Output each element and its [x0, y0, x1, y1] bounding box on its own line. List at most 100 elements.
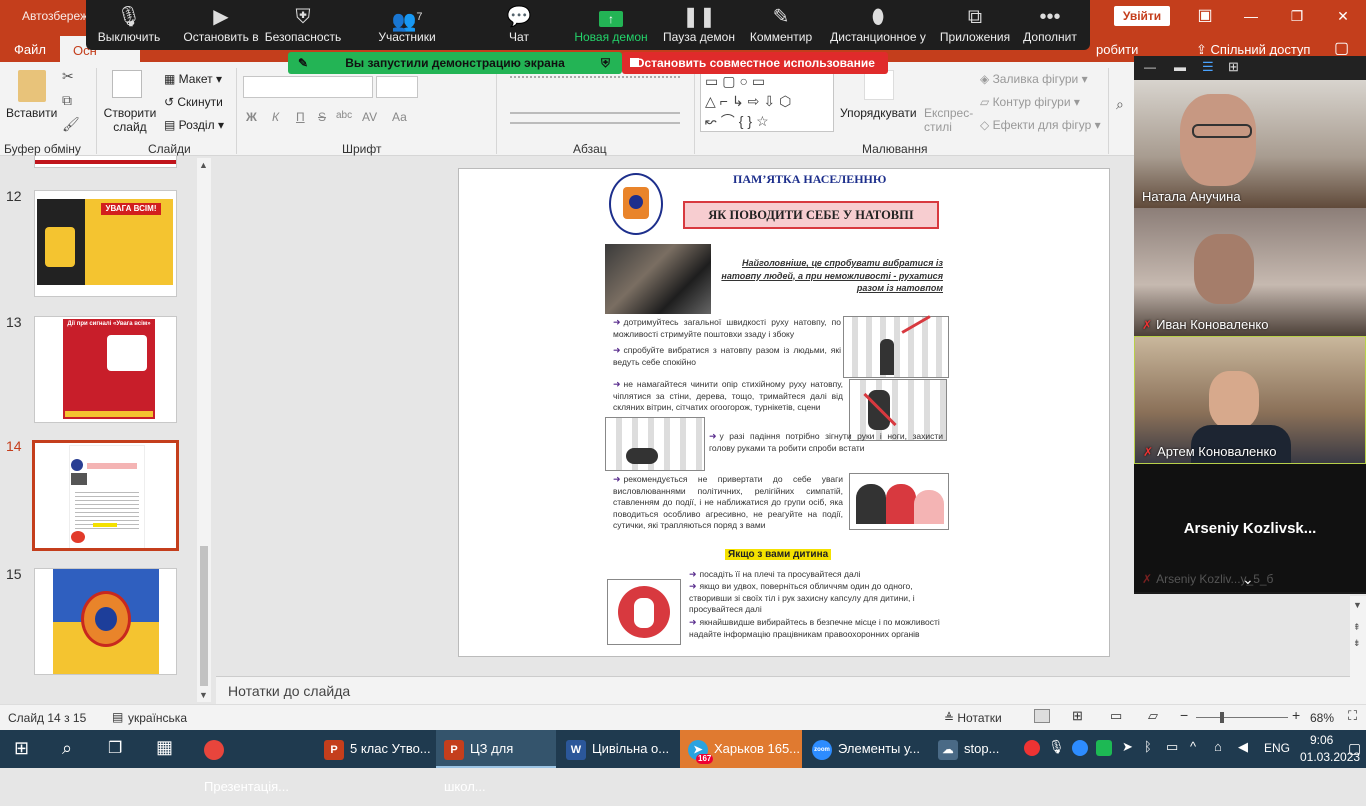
video-tile-participant-4[interactable]: Arseniy Kozlivsk... ✗ Arseniy Kozliv...y_… — [1134, 464, 1366, 592]
stop-share-button[interactable]: Остановить совместное использование — [622, 52, 888, 74]
italic-button[interactable]: К — [272, 110, 279, 124]
language-indicator[interactable]: українська — [128, 711, 187, 725]
tray-zoom-icon[interactable] — [1072, 740, 1088, 756]
format-painter-icon[interactable]: 🖌 — [62, 116, 80, 133]
slide-sorter-icon[interactable]: ⊞ — [1072, 708, 1083, 724]
speaker-view-icon[interactable]: ▬ — [1174, 60, 1186, 74]
shape-fill-button[interactable]: ◈ Заливка фігури ▾ — [980, 72, 1088, 86]
strikethrough-button[interactable]: S — [318, 110, 326, 124]
notes-toggle-button[interactable]: ≜ Нотатки — [944, 711, 1002, 725]
section-button[interactable]: ▤ Розділ ▾ — [164, 118, 224, 132]
tray-microphone-icon[interactable]: 🎙 — [1048, 739, 1065, 755]
sign-in-button[interactable]: Увійти — [1114, 6, 1170, 26]
volume-icon[interactable]: ◀ — [1238, 739, 1248, 755]
video-tile-participant-3[interactable]: ✗ Артем Коноваленко — [1134, 336, 1366, 464]
apps-button[interactable]: ⧉ Приложения — [932, 4, 1018, 44]
copy-icon[interactable]: ⧉ — [62, 92, 72, 109]
taskbar-app-powerpoint-1[interactable]: P 5 клас Утво... — [316, 730, 436, 768]
search-icon[interactable]: ⌕ — [62, 738, 72, 759]
new-share-button[interactable]: ↑ Новая демон — [568, 4, 654, 44]
underline-button[interactable]: П — [296, 110, 305, 124]
zoom-in-button[interactable]: + — [1292, 707, 1300, 723]
paragraph-list-buttons[interactable] — [510, 76, 680, 92]
taskbar-app-chrome[interactable]: Презентація... — [196, 730, 310, 794]
font-size-field[interactable] — [376, 76, 418, 98]
tell-me-text[interactable]: робити — [1096, 42, 1138, 57]
minimize-button[interactable]: — — [1228, 0, 1274, 34]
quick-styles-button[interactable]: Експрес-стилі — [924, 106, 974, 134]
tray-notification-icon[interactable] — [1024, 740, 1040, 756]
chevron-up-icon[interactable]: ^ — [1190, 739, 1196, 754]
chat-button[interactable]: 💬 Чат — [476, 4, 562, 44]
shadow-button[interactable]: abc — [336, 110, 352, 121]
pin-icon[interactable]: ✎ — [298, 52, 308, 74]
video-tile-participant-2[interactable]: ✗ Иван Коноваленко — [1134, 208, 1366, 336]
pause-share-button[interactable]: ❚❚ Пауза демон — [656, 4, 742, 44]
security-button[interactable]: ⛨ Безопасность — [262, 4, 344, 44]
taskbar-app-word[interactable]: W Цивільна о... — [558, 730, 678, 768]
participants-button[interactable]: 👥7 Участники — [364, 4, 450, 44]
zoom-out-button[interactable]: − — [1180, 707, 1188, 723]
font-name-field[interactable] — [243, 76, 373, 98]
minimize-panel-icon[interactable]: — — [1144, 60, 1156, 74]
tray-telegram-icon[interactable]: ➤ — [1122, 739, 1133, 755]
layout-button[interactable]: ▦ Макет ▾ — [164, 72, 222, 86]
annotate-button[interactable]: ✎ Комментир — [738, 4, 824, 44]
taskbar-app-powerpoint-2[interactable]: P ЦЗ для школ... — [436, 730, 556, 794]
paste-icon[interactable] — [18, 70, 46, 102]
taskbar-app-telegram[interactable]: ➤ 167 Харьков 165... — [680, 730, 802, 768]
current-slide[interactable]: ПАМ’ЯТКА НАСЕЛЕННЮ ЯК ПОВОДИТИ СЕБЕ У НА… — [458, 168, 1110, 657]
thumbnail-slide-13[interactable]: Дії при сигналі «Увага всім» — [34, 316, 177, 423]
notes-placeholder[interactable]: Нотатки до слайда — [228, 683, 350, 699]
comments-icon[interactable]: ▢ — [1334, 38, 1349, 58]
tab-file[interactable]: Файл — [14, 42, 46, 57]
new-slide-icon[interactable] — [112, 70, 142, 98]
bold-button[interactable]: Ж — [246, 110, 257, 124]
find-icon[interactable]: ⌕ — [1116, 96, 1124, 113]
thumbnail-slide-12[interactable]: УВАГА ВСІМ! — [34, 190, 177, 297]
fit-to-window-icon[interactable]: ⛶ — [1348, 708, 1357, 724]
stop-video-button[interactable]: ▶ Остановить в — [174, 4, 268, 44]
bluetooth-icon[interactable]: ᛒ — [1144, 739, 1152, 754]
gallery-view-icon[interactable]: ⊞ — [1228, 59, 1239, 75]
remote-control-button[interactable]: ⬮ Дистанционное у — [826, 4, 930, 44]
spacing-button[interactable]: AV — [362, 110, 377, 124]
normal-view-icon[interactable] — [1034, 709, 1050, 723]
ribbon-display-icon[interactable]: ▣ — [1182, 0, 1228, 34]
arrange-icon[interactable] — [864, 70, 894, 100]
slideshow-icon[interactable]: ▱ — [1148, 708, 1158, 724]
new-slide-button[interactable]: Створити слайд — [102, 106, 158, 134]
shapes-gallery[interactable]: ▭▢○▭ △⌐↳⇨⇩⬡ ↜⌒{}☆ — [700, 70, 834, 132]
notes-pane[interactable]: Нотатки до слайда — [216, 676, 1350, 704]
tray-app-icon[interactable] — [1096, 740, 1112, 756]
taskbar-app-zoom[interactable]: zoom Элементы у... — [804, 730, 924, 768]
reading-view-icon[interactable]: ▭ — [1110, 708, 1122, 724]
keyboard-language[interactable]: ENG — [1264, 741, 1290, 755]
arrange-button[interactable]: Упорядкувати — [840, 106, 917, 120]
calculator-icon[interactable]: ▦ — [156, 737, 173, 758]
thumbnail-slide-14-selected[interactable] — [32, 440, 179, 551]
shape-outline-button[interactable]: ▱ Контур фігури ▾ — [980, 95, 1080, 109]
chevron-down-icon[interactable]: ⌄ — [1242, 571, 1254, 588]
strip-view-icon[interactable]: ☰ — [1202, 59, 1214, 75]
video-tile-participant-1[interactable]: Натала Анучина — [1134, 80, 1366, 208]
windows-start-icon[interactable]: ⊞ — [14, 738, 29, 759]
mute-button[interactable]: 🎙 Выключить — [86, 4, 172, 44]
thumbnails-scrollbar[interactable]: ▲ ▼ — [197, 158, 211, 702]
spellcheck-icon[interactable]: ▤ — [112, 710, 123, 724]
cut-icon[interactable]: ✂ — [62, 68, 74, 85]
zoom-level[interactable]: 68% — [1310, 711, 1334, 725]
reset-button[interactable]: ↺ Скинути — [164, 95, 223, 109]
taskbar-weather[interactable]: ☁ stop... — [930, 730, 1014, 768]
slide-scrollbar[interactable]: ▼ ⇞ ⇟ — [1350, 596, 1366, 704]
task-view-icon[interactable]: ❐ — [108, 738, 122, 758]
restore-button[interactable]: ❐ — [1274, 0, 1320, 34]
paragraph-align-buttons[interactable] — [510, 112, 680, 124]
network-icon[interactable]: ⌂ — [1214, 739, 1222, 754]
zoom-slider[interactable] — [1196, 712, 1288, 723]
thumbnail-11-partial[interactable] — [34, 156, 177, 168]
action-center-icon[interactable]: ▢ — [1348, 740, 1361, 757]
clock-time[interactable]: 9:06 — [1310, 733, 1333, 747]
change-case-button[interactable]: Аа — [392, 110, 407, 124]
battery-icon[interactable]: ▭ — [1166, 739, 1178, 755]
